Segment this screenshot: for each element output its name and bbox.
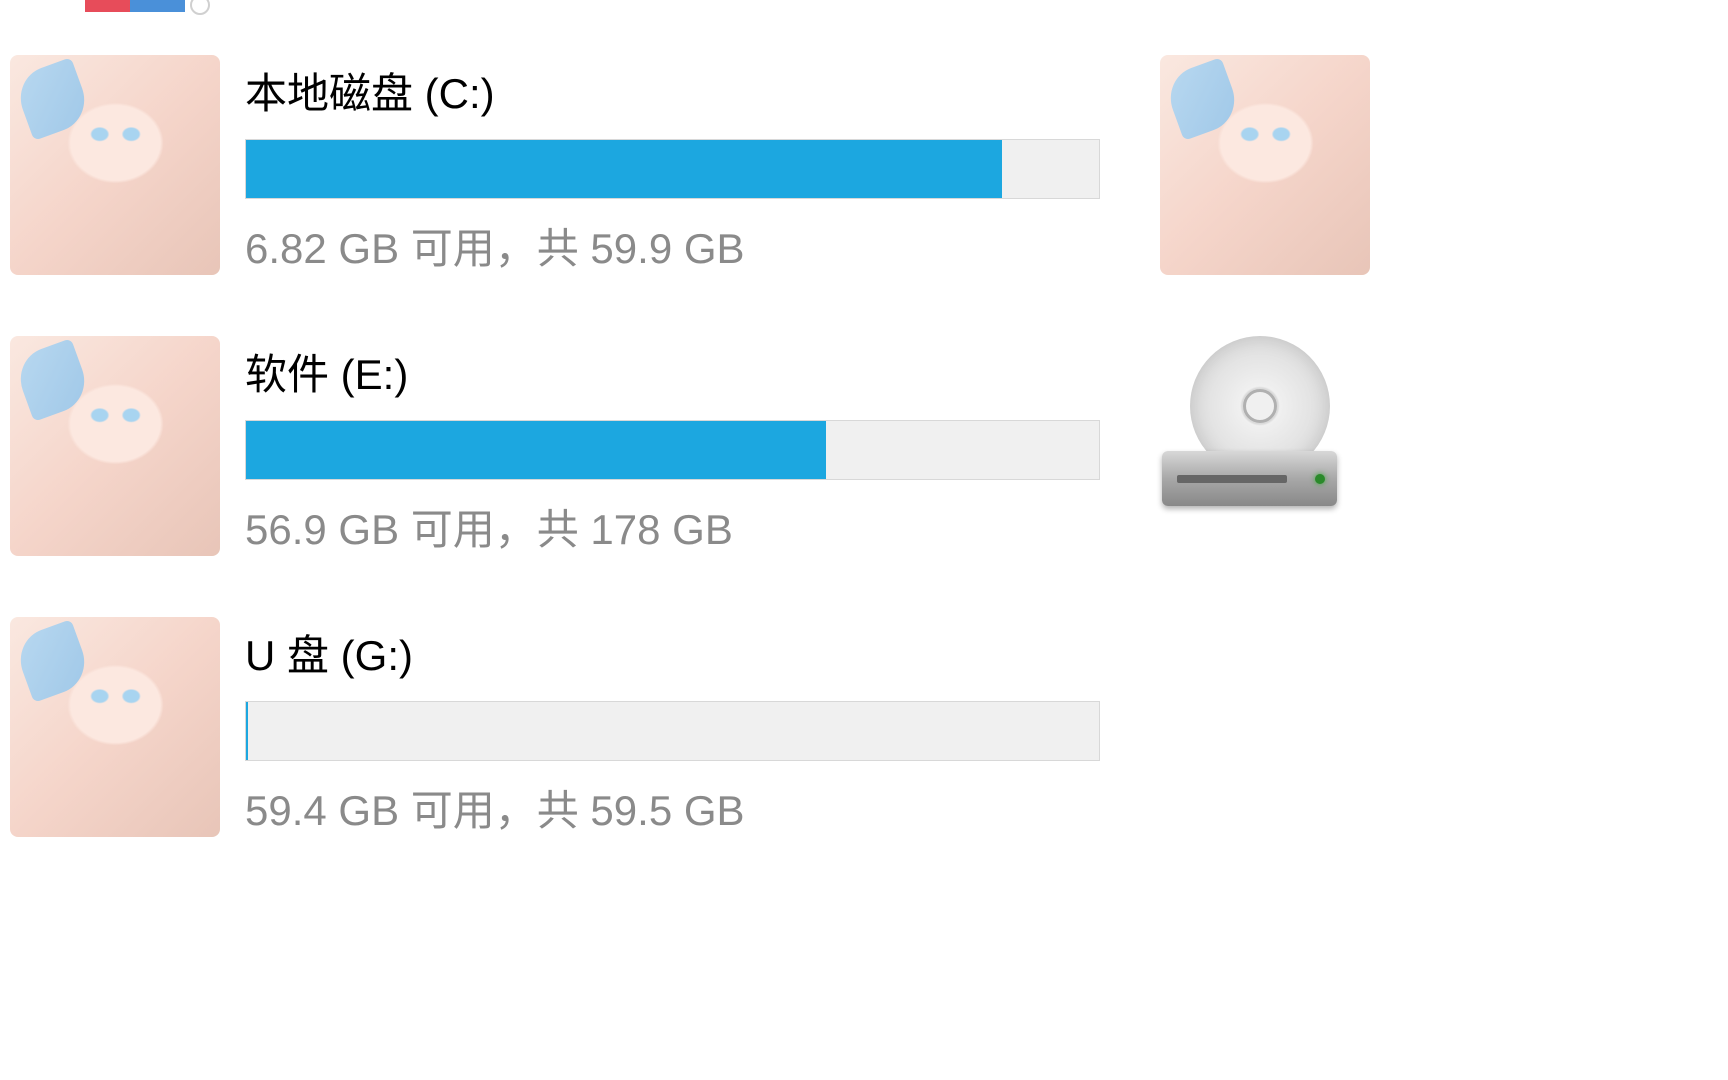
drives-list: 本地磁盘 (C:) 6.82 GB 可用，共 59.9 GB 软件 (E:) 5…	[10, 0, 1718, 838]
drive-right-icon-container	[1160, 55, 1370, 275]
drive-usage-bar	[245, 420, 1100, 480]
drive-usage-bar	[245, 139, 1100, 199]
decoration-blue	[130, 0, 185, 12]
drive-name: 软件 (E:)	[245, 341, 1718, 402]
drive-usage-fill	[246, 140, 1002, 198]
drive-name: U 盘 (G:)	[245, 622, 1718, 683]
drive-body-icon	[1162, 451, 1337, 506]
drive-item-e[interactable]: 软件 (E:) 56.9 GB 可用，共 178 GB	[10, 336, 1718, 557]
decoration-red	[85, 0, 130, 12]
drive-icon	[10, 55, 220, 275]
drive-status: 6.82 GB 可用，共 59.9 GB	[245, 215, 1718, 276]
drive-item-g[interactable]: U 盘 (G:) 59.4 GB 可用，共 59.5 GB	[10, 617, 1718, 838]
drive-usage-fill	[246, 421, 826, 479]
drive-info: 本地磁盘 (C:) 6.82 GB 可用，共 59.9 GB	[245, 55, 1718, 276]
drive-info: U 盘 (G:) 59.4 GB 可用，共 59.5 GB	[245, 617, 1718, 838]
drive-status: 59.4 GB 可用，共 59.5 GB	[245, 777, 1718, 838]
drive-info: 软件 (E:) 56.9 GB 可用，共 178 GB	[245, 336, 1718, 557]
hard-disk-icon	[1160, 336, 1340, 516]
drive-usage-bar	[245, 701, 1100, 761]
drive-right-icon-container	[1160, 336, 1340, 516]
anime-avatar-icon	[1160, 55, 1370, 275]
window-decoration	[85, 0, 185, 12]
drive-item-c[interactable]: 本地磁盘 (C:) 6.82 GB 可用，共 59.9 GB	[10, 55, 1718, 276]
drive-name: 本地磁盘 (C:)	[245, 60, 1718, 121]
drive-status: 56.9 GB 可用，共 178 GB	[245, 496, 1718, 557]
drive-usage-fill	[246, 702, 248, 760]
drive-icon	[10, 336, 220, 556]
drive-icon	[10, 617, 220, 837]
